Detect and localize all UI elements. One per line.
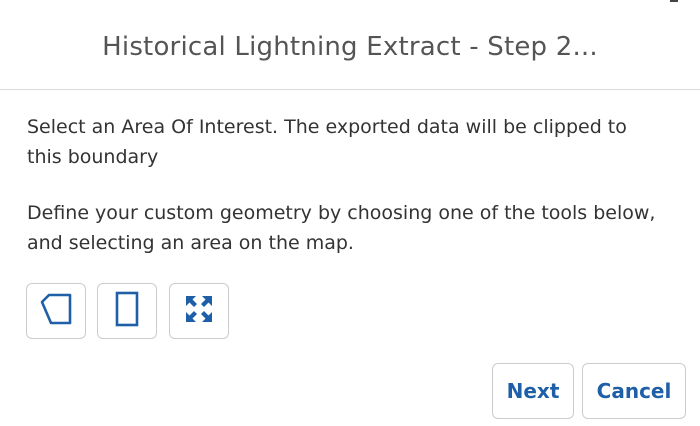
full-extent-tool-button[interactable] (169, 283, 229, 339)
polygon-icon (39, 292, 73, 330)
tools-instruction-text: Define your custom geometry by choosing … (27, 202, 656, 254)
dialog-title: Historical Lightning Extract - Step 2... (102, 32, 598, 62)
aoi-instruction-text: Select an Area Of Interest. The exported… (27, 116, 627, 168)
polygon-tool-button[interactable] (26, 283, 86, 339)
rectangle-tool-button[interactable] (97, 283, 157, 339)
lightning-extract-dialog: Historical Lightning Extract - Step 2...… (0, 0, 700, 426)
next-button[interactable]: Next (492, 363, 574, 419)
cancel-button[interactable]: Cancel (582, 363, 686, 419)
full-extent-icon (184, 294, 214, 328)
dialog-header: Historical Lightning Extract - Step 2... (0, 0, 700, 90)
rectangle-icon (115, 291, 139, 331)
